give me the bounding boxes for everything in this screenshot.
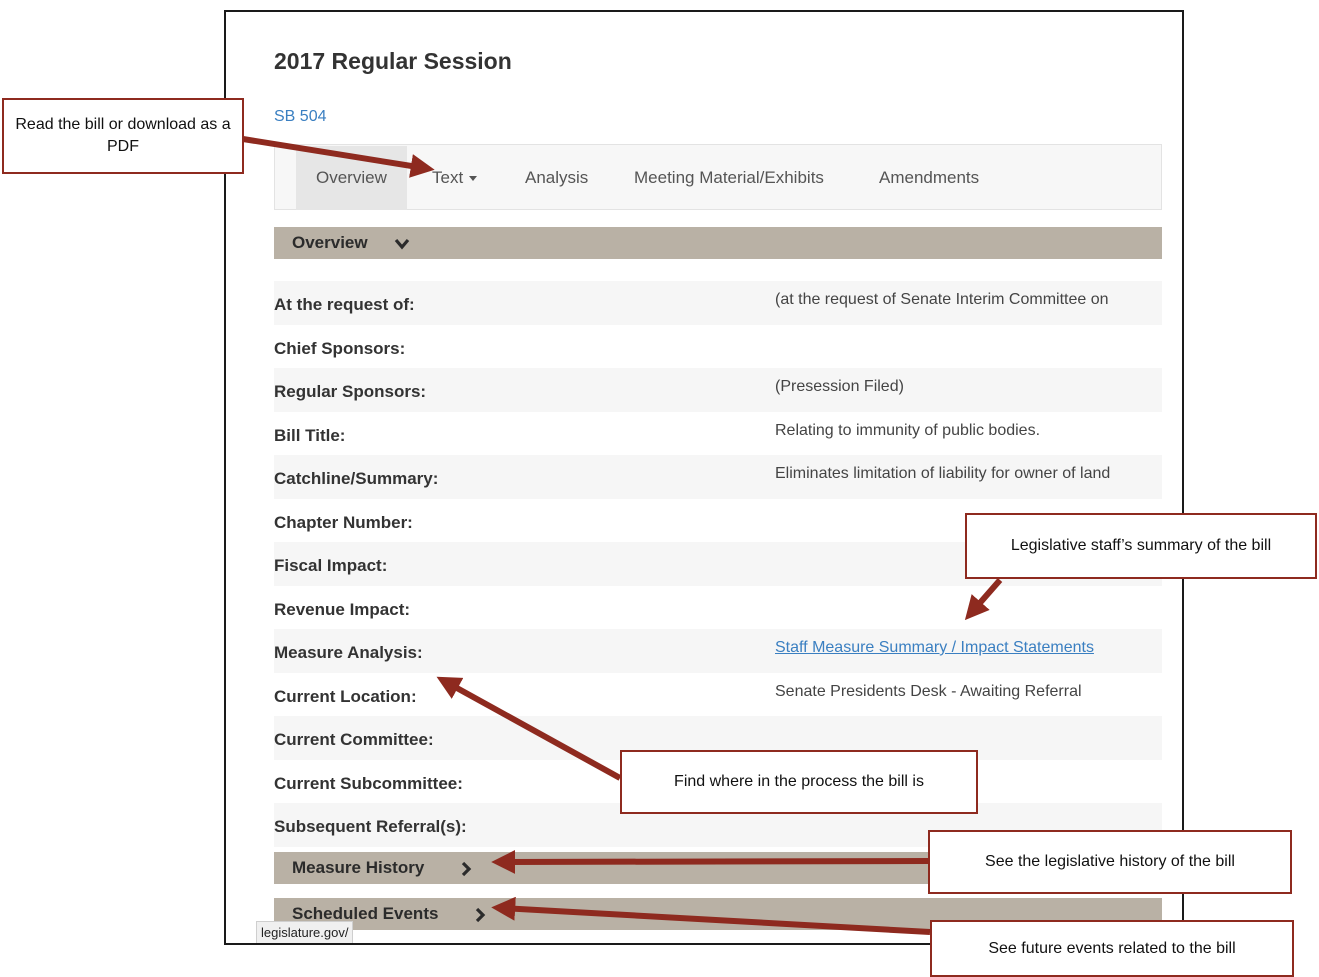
callout-staff-summary: Legislative staff’s summary of the bill bbox=[965, 513, 1317, 579]
callout-process: Find where in the process the bill is bbox=[620, 750, 978, 814]
field-label: Chief Sponsors: bbox=[274, 339, 406, 358]
field-label: Current Location: bbox=[274, 687, 417, 706]
bill-id-link[interactable]: SB 504 bbox=[274, 108, 326, 126]
field-label: Catchline/Summary: bbox=[274, 469, 439, 488]
browser-status-url: legislature.gov/ bbox=[256, 921, 354, 943]
tab-analysis-label: Analysis bbox=[525, 168, 589, 187]
field-row-request: At the request of: (at the request of Se… bbox=[274, 281, 1162, 325]
callout-history: See the legislative history of the bill bbox=[928, 830, 1292, 894]
field-row-measure-analysis: Measure Analysis: Staff Measure Summary … bbox=[274, 629, 1162, 673]
field-label: Current Subcommittee: bbox=[274, 774, 463, 793]
field-label: Chapter Number: bbox=[274, 513, 413, 532]
field-value: Relating to immunity of public bodies. bbox=[775, 422, 1041, 439]
overview-section-label: Overview bbox=[292, 233, 368, 252]
tab-text-label: Text bbox=[432, 168, 464, 187]
tab-bar: Overview Text Analysis Meeting Material/… bbox=[274, 144, 1162, 210]
field-row-chief-sponsors: Chief Sponsors: bbox=[274, 325, 1162, 369]
tab-amendments-label: Amendments bbox=[879, 168, 980, 187]
tab-amendments[interactable]: Amendments bbox=[859, 146, 999, 210]
field-value: Eliminates limitation of liability for o… bbox=[775, 465, 1111, 482]
field-row-bill-title: Bill Title: Relating to immunity of publ… bbox=[274, 412, 1162, 456]
tab-analysis[interactable]: Analysis bbox=[505, 146, 608, 210]
field-label: Bill Title: bbox=[274, 426, 346, 445]
field-row-regular-sponsors: Regular Sponsors: (Presession Filed) bbox=[274, 368, 1162, 412]
field-label: Subsequent Referral(s): bbox=[274, 817, 467, 836]
tab-overview[interactable]: Overview bbox=[296, 146, 407, 210]
field-label: Current Committee: bbox=[274, 730, 434, 749]
tab-meeting-material-label: Meeting Material/Exhibits bbox=[634, 168, 824, 187]
field-label: At the request of: bbox=[274, 295, 415, 314]
tab-meeting-material[interactable]: Meeting Material/Exhibits bbox=[614, 146, 844, 210]
page-title: 2017 Regular Session bbox=[274, 48, 512, 74]
field-value: (at the request of Senate Interim Commit… bbox=[775, 291, 1109, 308]
callout-future-events: See future events related to the bill bbox=[930, 920, 1294, 977]
staff-measure-summary-link[interactable]: Staff Measure Summary / Impact Statement… bbox=[775, 639, 1094, 657]
field-value: Senate Presidents Desk - Awaiting Referr… bbox=[775, 683, 1082, 700]
caret-down-icon bbox=[469, 176, 478, 182]
measure-history-label: Measure History bbox=[292, 858, 425, 877]
chevron-right-icon bbox=[474, 898, 486, 930]
field-row-catchline: Catchline/Summary: Eliminates limitation… bbox=[274, 455, 1162, 499]
chevron-right-icon bbox=[460, 852, 472, 884]
field-label: Regular Sponsors: bbox=[274, 382, 427, 401]
tab-overview-label: Overview bbox=[316, 168, 387, 187]
field-label: Measure Analysis: bbox=[274, 643, 423, 662]
tab-text[interactable]: Text bbox=[412, 146, 497, 210]
field-row-current-location: Current Location: Senate Presidents Desk… bbox=[274, 673, 1162, 717]
field-label: Revenue Impact: bbox=[274, 600, 411, 619]
field-label: Fiscal Impact: bbox=[274, 556, 388, 575]
chevron-down-icon bbox=[394, 227, 410, 259]
field-value: (Presession Filed) bbox=[775, 378, 904, 395]
field-row-revenue-impact: Revenue Impact: bbox=[274, 586, 1162, 630]
overview-section-header[interactable]: Overview bbox=[274, 227, 1162, 259]
callout-read-bill: Read the bill or download as a PDF bbox=[2, 98, 244, 174]
